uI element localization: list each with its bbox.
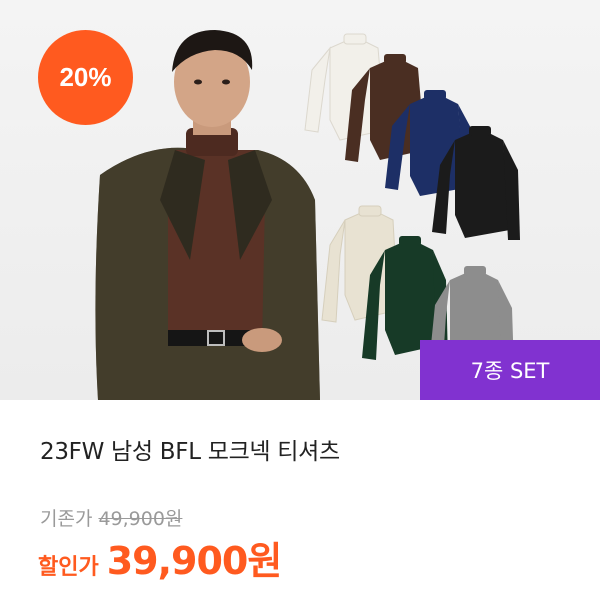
sale-price-row: 할인가 39,900원 — [38, 530, 283, 585]
original-price-label: 기존가 — [40, 508, 93, 530]
product-title[interactable]: 23FW 남성 BFL 모크넥 티셔츠 — [40, 432, 340, 466]
product-image[interactable]: 20% 7종 SET — [0, 0, 600, 400]
original-price-row: 기존가 49,900원 — [40, 504, 182, 531]
sale-price: 39,900원 — [106, 539, 283, 583]
set-badge: 7종 SET — [420, 340, 600, 400]
set-badge-text: 7종 SET — [470, 359, 550, 383]
sale-price-label: 할인가 — [38, 555, 99, 580]
discount-text: 20% — [59, 62, 112, 92]
product-card[interactable]: 20% 7종 SET 23FW 남성 BFL 모크넥 티셔츠 기존가 49,900… — [0, 0, 600, 615]
discount-badge: 20% — [38, 30, 133, 125]
original-price: 49,900원 — [98, 508, 183, 530]
